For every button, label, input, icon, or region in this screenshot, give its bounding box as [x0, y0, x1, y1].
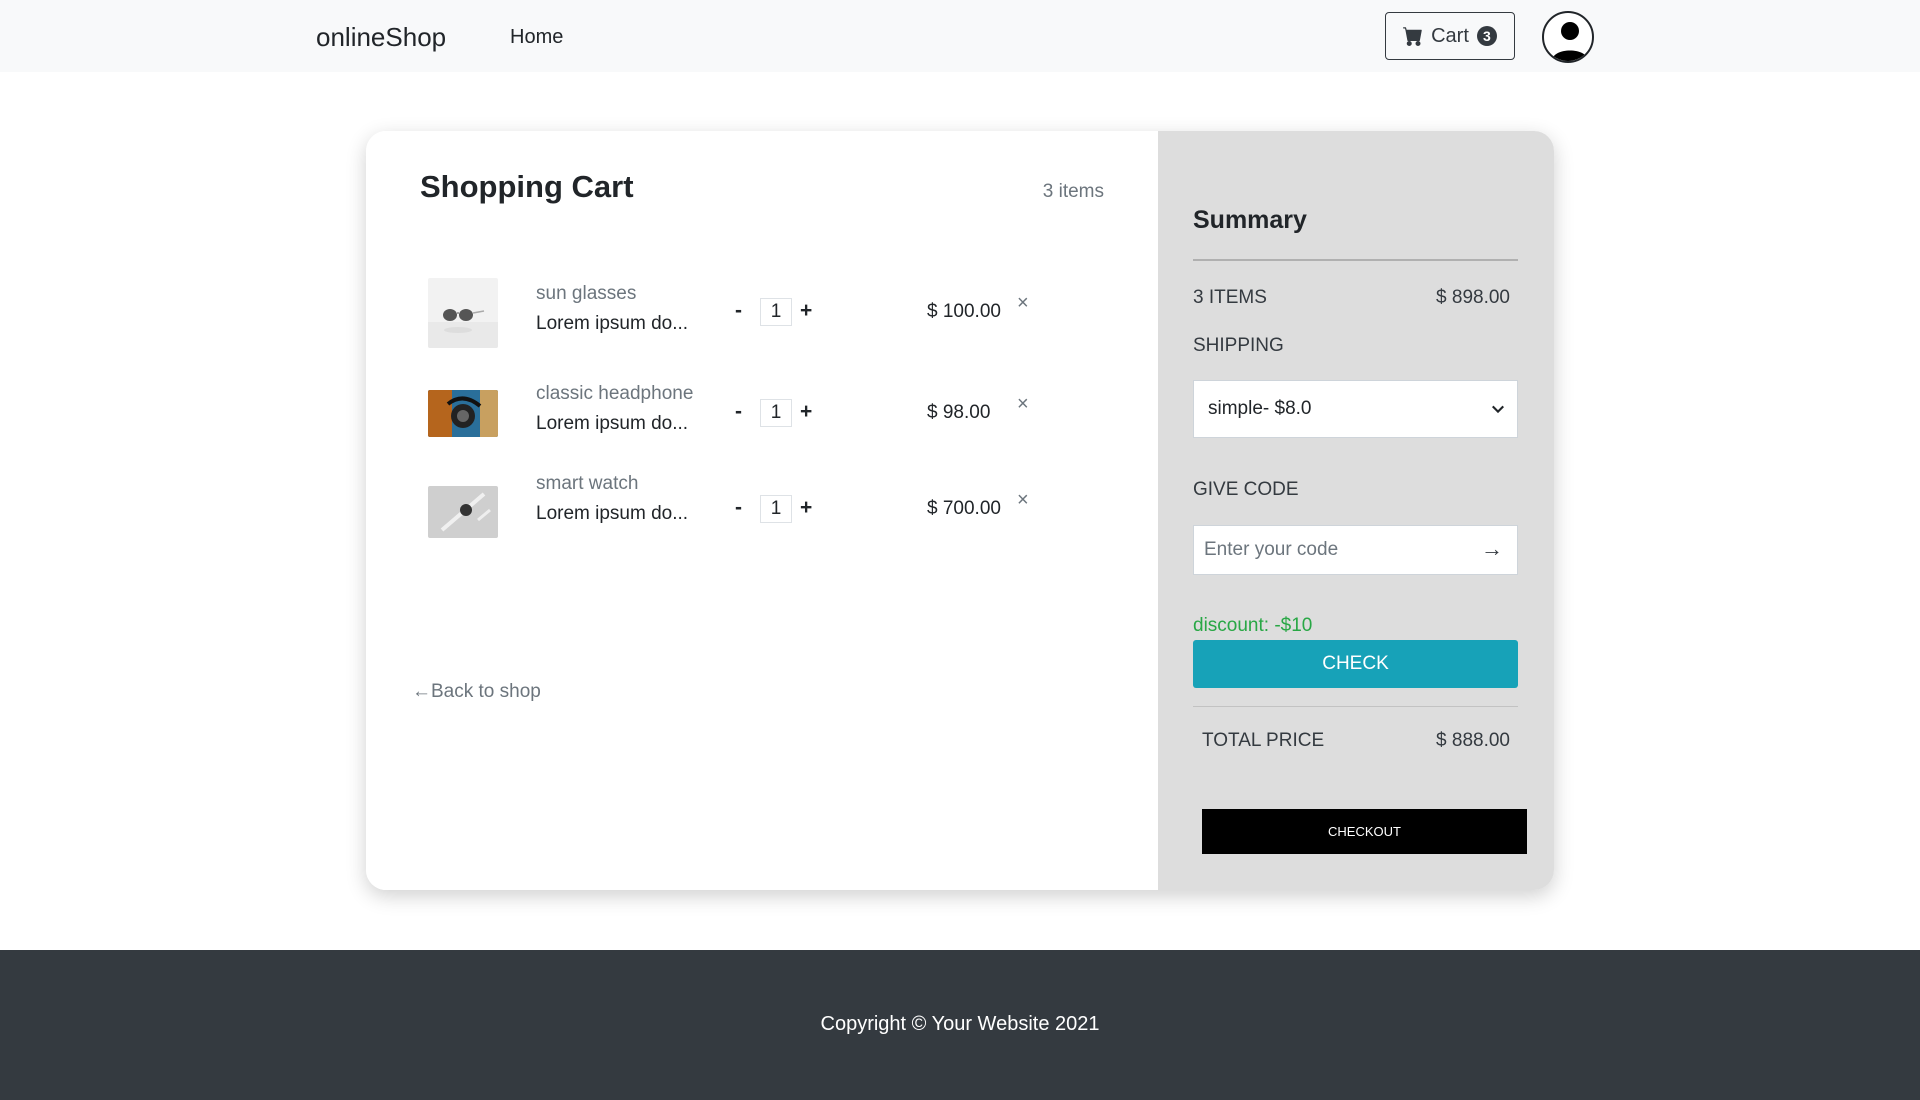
- qty-decrease-button[interactable]: -: [735, 496, 742, 520]
- item-name: Lorem ipsum do...: [536, 413, 689, 434]
- qty-input[interactable]: 1: [760, 399, 792, 427]
- code-field: →: [1193, 525, 1518, 575]
- qty-increase-button[interactable]: +: [800, 400, 812, 424]
- remove-item-button[interactable]: ×: [1017, 393, 1029, 416]
- summary-title: Summary: [1193, 206, 1307, 234]
- summary-divider: [1193, 259, 1518, 261]
- item-price: $ 98.00: [927, 402, 991, 423]
- qty-increase-button[interactable]: +: [800, 496, 812, 520]
- qty-increase-button[interactable]: +: [800, 299, 812, 323]
- user-avatar-icon[interactable]: [1542, 11, 1594, 63]
- shipping-selected-value: simple- $8.0: [1208, 398, 1312, 419]
- shipping-select[interactable]: simple- $8.0: [1193, 380, 1518, 438]
- qty-decrease-button[interactable]: -: [735, 299, 742, 323]
- item-category: smart watch: [536, 473, 639, 494]
- cart-icon: [1403, 27, 1422, 46]
- total-price-label: TOTAL PRICE: [1202, 730, 1325, 751]
- cart-count-badge: 3: [1476, 26, 1497, 46]
- cart-title: Shopping Cart: [420, 169, 634, 204]
- summary-items-value: $ 898.00: [1436, 287, 1510, 308]
- item-category: sun glasses: [536, 283, 637, 304]
- item-category: classic headphone: [536, 383, 694, 404]
- item-name: Lorem ipsum do...: [536, 503, 689, 524]
- remove-item-button[interactable]: ×: [1017, 489, 1029, 512]
- remove-item-button[interactable]: ×: [1017, 292, 1029, 315]
- arrow-right-icon[interactable]: →: [1481, 536, 1503, 562]
- checkout-button[interactable]: CHECKOUT: [1202, 809, 1527, 854]
- watch-image[interactable]: [428, 486, 498, 538]
- qty-input[interactable]: 1: [760, 495, 792, 523]
- footer: Copyright © Your Website 2021: [0, 950, 1920, 1100]
- check-button[interactable]: CHECK: [1193, 640, 1518, 688]
- navbar: onlineShop Home Cart 3: [0, 0, 1920, 72]
- nav-home-link[interactable]: Home: [510, 26, 563, 49]
- summary-divider: [1193, 706, 1518, 707]
- chevron-down-icon: [1492, 405, 1504, 414]
- discount-text: discount: -$10: [1193, 615, 1313, 636]
- cart-card: Shopping Cart 3 items sun glasses Lorem …: [366, 131, 1554, 890]
- brand-logo[interactable]: onlineShop: [316, 22, 446, 53]
- item-price: $ 700.00: [927, 498, 1001, 519]
- headphone-image[interactable]: [428, 390, 498, 437]
- back-to-shop-link[interactable]: ←Back to shop: [412, 681, 541, 703]
- cart-label: Cart: [1431, 24, 1469, 47]
- qty-input[interactable]: 1: [760, 298, 792, 326]
- summary-panel: Summary 3 ITEMS $ 898.00 SHIPPING simple…: [1158, 131, 1554, 890]
- cart-button[interactable]: Cart 3: [1385, 12, 1515, 60]
- cart-panel: Shopping Cart 3 items sun glasses Lorem …: [366, 131, 1158, 890]
- qty-decrease-button[interactable]: -: [735, 400, 742, 424]
- summary-items-label: 3 ITEMS: [1193, 287, 1267, 308]
- item-price: $ 100.00: [927, 301, 1001, 322]
- code-input[interactable]: [1194, 526, 1464, 574]
- total-price-value: $ 888.00: [1436, 730, 1510, 751]
- item-name: Lorem ipsum do...: [536, 313, 689, 334]
- copyright-text: Copyright © Your Website 2021: [820, 1013, 1100, 1035]
- shipping-label: SHIPPING: [1193, 335, 1284, 356]
- sunglasses-image[interactable]: [428, 278, 498, 348]
- cart-item-count: 3 items: [1042, 181, 1104, 202]
- code-label: GIVE CODE: [1193, 479, 1299, 500]
